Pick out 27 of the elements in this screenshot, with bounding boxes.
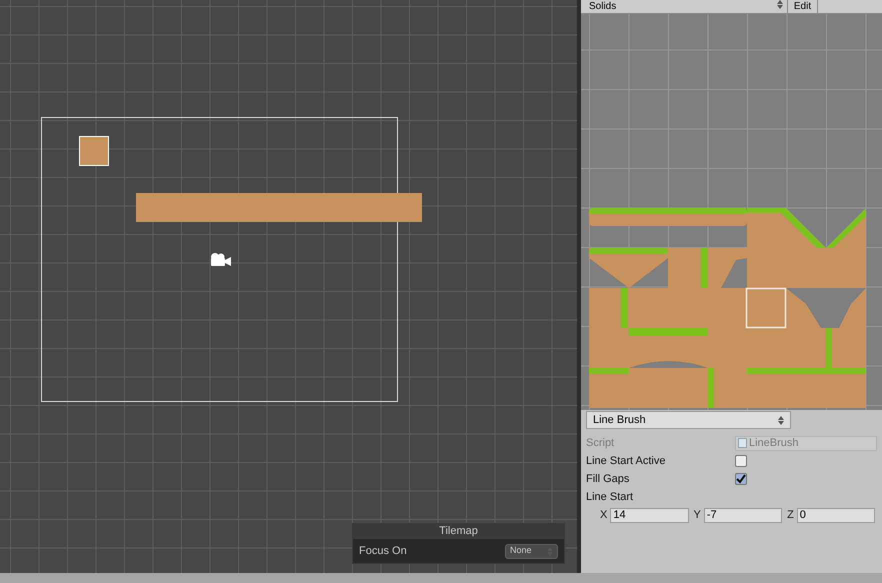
number-field[interactable]: -7 <box>704 508 782 522</box>
caret-icon <box>778 416 784 424</box>
caret-icon <box>777 0 783 9</box>
focus-label: Focus On <box>359 544 407 559</box>
axis-label: Y <box>694 508 701 523</box>
number-field[interactable]: 14 <box>610 508 689 522</box>
script-icon <box>738 438 747 448</box>
camera-icon <box>208 252 232 268</box>
edit-button[interactable]: Edit <box>788 0 818 13</box>
number-field[interactable]: 0 <box>796 508 875 522</box>
focus-dropdown[interactable]: None <box>505 544 558 558</box>
axis-label: Z <box>787 508 794 523</box>
axis-label: X <box>600 508 608 523</box>
overlay-title: Tilemap <box>353 524 564 539</box>
field-label: Line Start Active <box>586 454 666 469</box>
selected-tile[interactable] <box>79 136 109 166</box>
field-label: Fill Gaps <box>586 472 630 487</box>
tile-palette[interactable] <box>581 14 882 410</box>
checkbox[interactable] <box>735 455 747 467</box>
tile-selection-frame <box>746 288 786 328</box>
scene-view[interactable]: Tilemap Focus On None <box>0 0 577 573</box>
script-field: LineBrush <box>735 436 877 450</box>
brush-dropdown[interactable]: Line Brush <box>586 411 791 429</box>
palette-dropdown[interactable]: Solids <box>581 0 788 13</box>
checkbox[interactable] <box>735 473 747 485</box>
field-label: Script <box>586 436 616 451</box>
field-label: Line Start <box>586 490 634 505</box>
